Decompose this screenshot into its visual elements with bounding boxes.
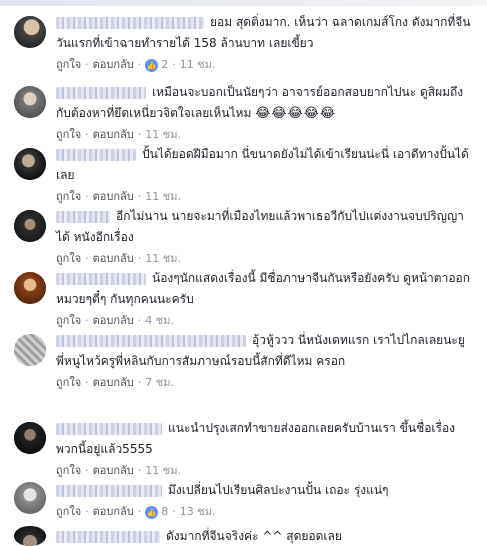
- blurred-name[interactable]: [56, 530, 160, 543]
- comment-text: อีกไม่นาน นายจะมาที่เมืองไทยแล้วพาเธอวีก…: [56, 206, 474, 248]
- avatar[interactable]: [14, 526, 46, 546]
- like-link[interactable]: ถูกใจ: [56, 190, 81, 203]
- blurred-name[interactable]: [56, 148, 136, 161]
- comment-thread: ยอม สุดติ่งมาก. เห็นว่า ฉลาดเกมส์โกง ดัง…: [0, 0, 487, 546]
- comment-text: ยอม สุดติ่งมาก. เห็นว่า ฉลาดเกมส์โกง ดัง…: [56, 12, 474, 54]
- comment-actions: ถูกใจ · ตอบกลับ · 11 ชม.: [56, 128, 181, 141]
- reply-link[interactable]: ตอบกลับ: [93, 252, 134, 265]
- blurred-name[interactable]: [56, 422, 162, 435]
- comment-body: เหมือนจะบอกเป็นนัยๆว่า อาจารย์ออกสอบยากไ…: [56, 82, 474, 143]
- timestamp[interactable]: 11 ชม.: [145, 464, 181, 477]
- avatar[interactable]: [14, 16, 46, 48]
- timestamp[interactable]: 11 ชม.: [180, 58, 216, 71]
- comment-message: อีกไม่นาน นายจะมาที่เมืองไทยแล้วพาเธอวีก…: [56, 209, 464, 244]
- avatar[interactable]: [14, 422, 46, 454]
- like-link[interactable]: ถูกใจ: [56, 505, 81, 518]
- blurred-name[interactable]: [56, 16, 204, 29]
- blurred-name[interactable]: [56, 272, 146, 285]
- timestamp[interactable]: 13 ชม.: [180, 505, 216, 518]
- comment-body: น้องๆนักแสดงเรื่องนี้ มีชื่อภาษาจีนกันหร…: [56, 268, 474, 329]
- reaction-count[interactable]: 8: [161, 505, 168, 518]
- like-link[interactable]: ถูกใจ: [56, 58, 81, 71]
- blurred-header-strip: [0, 0, 487, 6]
- comment-text: ดังมากที่จีนจริงค่ะ ^^ สุดยอดเลย: [56, 526, 474, 546]
- reply-link[interactable]: ตอบกลับ: [93, 376, 134, 389]
- comment-actions: ถูกใจ · ตอบกลับ · 11 ชม.: [56, 252, 181, 265]
- reply-link[interactable]: ตอบกลับ: [93, 128, 134, 141]
- like-link[interactable]: ถูกใจ: [56, 252, 81, 265]
- laughing-emoji-icon: 😂😂😂😂😂: [255, 106, 337, 121]
- timestamp[interactable]: 7 ชม.: [145, 376, 174, 389]
- reaction-count[interactable]: 2: [161, 58, 168, 71]
- comment-text: อุ้วหู้ววว นี่หนังเดทแรก เราไปไกลเลยนะยู…: [56, 330, 474, 372]
- blurred-name[interactable]: [56, 334, 246, 347]
- timestamp[interactable]: 11 ชม.: [145, 252, 181, 265]
- avatar[interactable]: [14, 334, 46, 366]
- reply-link[interactable]: ตอบกลับ: [93, 505, 134, 518]
- comment-text: เหมือนจะบอกเป็นนัยๆว่า อาจารย์ออกสอบยากไ…: [56, 82, 474, 124]
- timestamp[interactable]: 11 ชม.: [145, 190, 181, 203]
- comment-message: มึงเปลี่ยนไปเรียนศิลปะงานปั้น เถอะ รุ่งแ…: [168, 483, 389, 497]
- blurred-name[interactable]: [56, 210, 110, 223]
- comment-body: ยอม สุดติ่งมาก. เห็นว่า ฉลาดเกมส์โกง ดัง…: [56, 12, 474, 73]
- comment-actions: ถูกใจ · ตอบกลับ · 4 ชม.: [56, 314, 174, 327]
- comment-body: อีกไม่นาน นายจะมาที่เมืองไทยแล้วพาเธอวีก…: [56, 206, 474, 267]
- timestamp[interactable]: 4 ชม.: [145, 314, 174, 327]
- blurred-name[interactable]: [56, 86, 146, 99]
- comment-actions: ถูกใจ · ตอบกลับ · 11 ชม.: [56, 190, 181, 203]
- comment-text: ปั้นได้ยอดฝีมือมาก นี่ขนาดยังไม่ได้เข้าเ…: [56, 144, 474, 186]
- like-link[interactable]: ถูกใจ: [56, 376, 81, 389]
- comment-actions: ถูกใจ · ตอบกลับ · 11 ชม.: [56, 464, 181, 477]
- like-icon[interactable]: 👍: [145, 58, 159, 72]
- like-link[interactable]: ถูกใจ: [56, 314, 81, 327]
- comment-text: มึงเปลี่ยนไปเรียนศิลปะงานปั้น เถอะ รุ่งแ…: [56, 480, 474, 501]
- reply-link[interactable]: ตอบกลับ: [93, 190, 134, 203]
- comment-actions: ถูกใจ · ตอบกลับ · 👍 8 · 13 ชม.: [56, 505, 216, 519]
- timestamp[interactable]: 11 ชม.: [145, 128, 181, 141]
- comment-actions: ถูกใจ · ตอบกลับ · 7 ชม.: [56, 376, 174, 389]
- like-link[interactable]: ถูกใจ: [56, 464, 81, 477]
- comment-actions: ถูกใจ · ตอบกลับ · 👍 2 · 11 ชม.: [56, 58, 216, 72]
- comment-text: น้องๆนักแสดงเรื่องนี้ มีชื่อภาษาจีนกันหร…: [56, 268, 474, 310]
- avatar[interactable]: [14, 148, 46, 180]
- avatar[interactable]: [14, 272, 46, 304]
- avatar[interactable]: [14, 482, 46, 514]
- avatar[interactable]: [14, 210, 46, 242]
- avatar[interactable]: [14, 86, 46, 118]
- comment-body: มึงเปลี่ยนไปเรียนศิลปะงานปั้น เถอะ รุ่งแ…: [56, 480, 474, 520]
- reply-link[interactable]: ตอบกลับ: [93, 464, 134, 477]
- reply-link[interactable]: ตอบกลับ: [93, 58, 134, 71]
- comment-body: อุ้วหู้ววว นี่หนังเดทแรก เราไปไกลเลยนะยู…: [56, 330, 474, 391]
- comment-message: ดังมากที่จีนจริงค่ะ ^^ สุดยอดเลย: [166, 529, 342, 543]
- comment-body: ปั้นได้ยอดฝีมือมาก นี่ขนาดยังไม่ได้เข้าเ…: [56, 144, 474, 205]
- comment-body: ดังมากที่จีนจริงค่ะ ^^ สุดยอดเลย: [56, 526, 474, 546]
- comment-text: แนะนำปรุงเสกทำขายส่งออกเลยครับบ้านเรา ขึ…: [56, 418, 474, 460]
- blurred-name[interactable]: [56, 484, 162, 497]
- reply-link[interactable]: ตอบกลับ: [93, 314, 134, 327]
- like-icon[interactable]: 👍: [145, 505, 159, 519]
- comment-body: แนะนำปรุงเสกทำขายส่งออกเลยครับบ้านเรา ขึ…: [56, 418, 474, 479]
- like-link[interactable]: ถูกใจ: [56, 128, 81, 141]
